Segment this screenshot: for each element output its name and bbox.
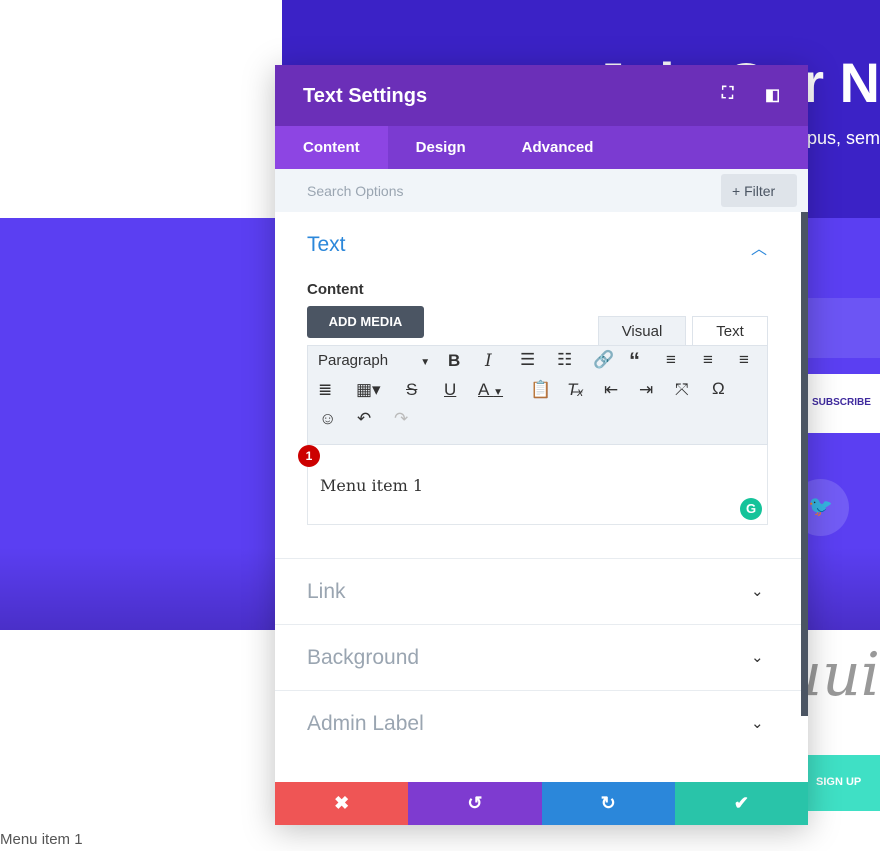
undo-icon[interactable]: ↶ <box>357 409 371 429</box>
hero-subtitle: pus, sem <box>806 128 880 148</box>
justify-icon[interactable]: ≣ <box>318 380 332 400</box>
search-bar: Search Options + Filter <box>275 169 808 212</box>
chevron-down-icon: ⌄ <box>751 715 764 732</box>
menu-item-text: Menu item 1 <box>0 831 83 848</box>
table-icon[interactable]: ▦▾ <box>356 380 381 400</box>
paste-icon[interactable]: 📋 <box>530 380 551 400</box>
editor-toolbar: Paragraph ▼ B I ☰ ☷ 🔗 “ ≡ ≡ ≡ ≣ ▦▾ S U A… <box>307 345 768 445</box>
strikethrough-icon[interactable]: S <box>406 380 417 400</box>
section-background[interactable]: Background ⌄ <box>275 624 801 690</box>
editor-content[interactable]: Menu item 1 <box>320 476 423 495</box>
bold-icon[interactable]: B <box>448 351 460 371</box>
section-admin-label[interactable]: Admin Label ⌄ <box>275 690 801 756</box>
add-media-button[interactable]: ADD MEDIA <box>307 306 424 338</box>
filter-button[interactable]: + Filter <box>721 174 797 207</box>
editor-tab-visual[interactable]: Visual <box>598 316 686 346</box>
text-color-icon[interactable]: A ▼ <box>478 380 503 400</box>
clear-format-icon[interactable]: T̶ₓ <box>567 380 584 400</box>
fullscreen-icon[interactable]: ⛶ <box>722 85 733 103</box>
section-label: Admin Label <box>307 712 424 735</box>
format-select-value: Paragraph <box>318 352 389 369</box>
notification-badge: 1 <box>298 445 320 467</box>
outdent-icon[interactable]: ⇤ <box>604 380 618 400</box>
cancel-button[interactable]: ✖ <box>275 782 409 825</box>
blockquote-icon[interactable]: “ <box>629 348 640 374</box>
section-label: Background <box>307 646 420 669</box>
search-input[interactable]: Search Options <box>307 183 404 199</box>
section-title-text[interactable]: Text <box>307 233 346 257</box>
undo-button[interactable]: ↺ <box>408 782 542 825</box>
scrollbar[interactable] <box>801 212 808 716</box>
content-label: Content <box>307 281 364 298</box>
subscribe-button[interactable]: SUBSCRIBE <box>808 374 880 433</box>
chevron-up-icon[interactable]: ︿ <box>751 235 767 259</box>
check-icon: ✔ <box>733 793 749 813</box>
editor-tab-text[interactable]: Text <box>692 316 768 346</box>
fullscreen-editor-icon[interactable]: ⤧ <box>675 380 689 400</box>
numbered-list-icon[interactable]: ☷ <box>557 350 572 370</box>
section-link[interactable]: Link ⌄ <box>275 558 801 624</box>
email-input[interactable] <box>808 298 880 358</box>
tab-advanced[interactable]: Advanced <box>494 126 622 169</box>
modal-tabs: Content Design Advanced <box>275 126 808 169</box>
underline-icon[interactable]: U <box>444 380 456 400</box>
align-center-icon[interactable]: ≡ <box>703 350 713 370</box>
italic-icon[interactable]: I <box>485 351 492 371</box>
redo-icon: ↻ <box>600 793 616 813</box>
chevron-down-icon: ⌄ <box>751 583 764 600</box>
redo-button[interactable]: ↻ <box>541 782 675 825</box>
close-icon: ✖ <box>334 793 350 813</box>
chevron-down-icon: ⌄ <box>751 649 764 666</box>
undo-icon: ↺ <box>467 793 483 813</box>
sidebar-layout-icon[interactable]: ◧ <box>765 85 780 105</box>
save-button[interactable]: ✔ <box>674 782 808 825</box>
link-icon[interactable]: 🔗 <box>593 350 614 370</box>
indent-icon[interactable]: ⇥ <box>639 380 653 400</box>
special-char-icon[interactable]: Ω <box>712 379 725 399</box>
text-settings-modal: Text Settings ⛶ ◧ Content Design Advance… <box>275 65 808 825</box>
align-right-icon[interactable]: ≡ <box>739 350 749 370</box>
tab-design[interactable]: Design <box>388 126 494 169</box>
modal-title: Text Settings <box>303 85 428 107</box>
bullet-list-icon[interactable]: ☰ <box>520 350 535 370</box>
section-label: Link <box>307 580 346 603</box>
modal-header: Text Settings ⛶ ◧ <box>275 65 808 126</box>
sign-up-button[interactable]: SIGN UP <box>808 755 880 811</box>
emoji-icon[interactable]: ☺ <box>319 409 336 429</box>
tab-content[interactable]: Content <box>275 126 388 169</box>
grammarly-icon[interactable]: G <box>740 498 762 520</box>
modal-footer: ✖ ↺ ↻ ✔ <box>275 782 808 825</box>
align-left-icon[interactable]: ≡ <box>666 350 676 370</box>
format-select[interactable]: Paragraph ▼ <box>318 352 430 369</box>
redo-icon[interactable]: ↷ <box>394 409 408 429</box>
